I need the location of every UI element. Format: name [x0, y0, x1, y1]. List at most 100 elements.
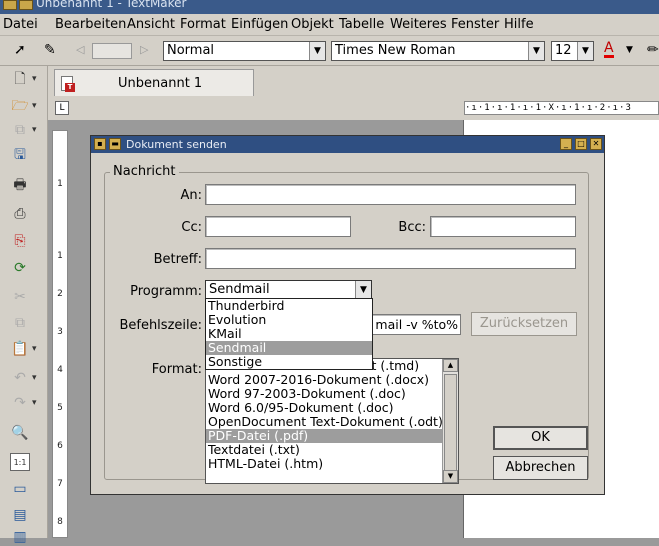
- font-select[interactable]: Times New Roman ▼: [331, 41, 545, 61]
- copy-icon[interactable]: ⧉: [10, 314, 30, 332]
- list-item[interactable]: OpenDocument Text-Dokument (.odt): [206, 415, 443, 429]
- full-page-icon[interactable]: ▤: [10, 506, 30, 524]
- document-icon: [61, 76, 75, 92]
- document-tab-bar: Unbenannt 1: [48, 66, 659, 96]
- tab-label: Unbenannt 1: [118, 76, 203, 91]
- menu-format[interactable]: Format: [180, 17, 226, 32]
- print-preview-icon[interactable]: 🖶: [10, 176, 30, 194]
- window-title: Unbenannt 1 - TextMaker: [36, 0, 187, 10]
- open-folder-icon[interactable]: 🗁: [10, 97, 36, 115]
- app-icon: [19, 0, 33, 10]
- tab-stop-selector[interactable]: L: [55, 101, 69, 115]
- menu-objekt[interactable]: Objekt: [291, 17, 334, 32]
- minimize-icon[interactable]: _: [560, 138, 572, 150]
- bcc-field[interactable]: [430, 216, 576, 237]
- menu-hilfe[interactable]: Hilfe: [504, 17, 534, 32]
- ruler-mark: 5: [57, 403, 63, 413]
- style-select[interactable]: Normal ▼: [163, 41, 326, 61]
- ok-button[interactable]: OK: [493, 426, 588, 450]
- vertical-ruler[interactable]: 1 1 2 3 4 5 6 7 8: [52, 130, 68, 538]
- program-option-sendmail[interactable]: Sendmail: [206, 341, 372, 355]
- menu-ansicht[interactable]: Ansicht: [127, 17, 175, 32]
- program-option-sonstige[interactable]: Sonstige: [206, 355, 372, 369]
- scrollbar-thumb[interactable]: [444, 374, 457, 471]
- maximize-icon[interactable]: □: [575, 138, 587, 150]
- new-document-icon[interactable]: 🗋: [10, 70, 36, 88]
- chevron-down-icon[interactable]: ▼: [626, 45, 633, 55]
- prev-icon[interactable]: ◁: [76, 43, 84, 56]
- format-toolbar: ➚ ✎ ◁ ▷ Normal ▼ Times New Roman ▼ 12 ▼ A ▼…: [0, 36, 659, 66]
- next-icon[interactable]: ▷: [140, 43, 148, 56]
- list-item[interactable]: Textdatei (.txt): [206, 443, 442, 457]
- recent-documents-icon[interactable]: ⧉: [10, 121, 37, 139]
- to-field[interactable]: [205, 184, 576, 205]
- send-icon[interactable]: ⟳: [10, 259, 30, 277]
- list-item[interactable]: HTML-Datei (.htm): [206, 457, 442, 471]
- cut-icon[interactable]: ✂: [10, 288, 30, 306]
- edit-icon[interactable]: ✎: [44, 42, 56, 58]
- horizontal-ruler[interactable]: L ·ı·1·ı·1·ı·1·X·ı·1·ı·2·ı·3: [48, 96, 659, 120]
- message-group-label: Nachricht: [110, 164, 179, 179]
- ruler-mark: 1: [57, 179, 63, 189]
- app-menu-icon[interactable]: [3, 0, 17, 10]
- program-select[interactable]: Sendmail ▼: [205, 280, 372, 300]
- list-item[interactable]: Word 97-2003-Dokument (.doc): [206, 387, 442, 401]
- menu-bar: Datei Bearbeiten Ansicht Format Einfügen…: [0, 14, 659, 36]
- save-icon[interactable]: 🖫: [10, 146, 30, 164]
- chevron-down-icon[interactable]: ▼: [309, 42, 325, 60]
- send-document-dialog: ▪ ▬ Dokument senden _ □ ✕ Nachricht An: …: [90, 135, 605, 495]
- menu-einfuegen[interactable]: Einfügen: [231, 17, 288, 32]
- zoom-icon[interactable]: 🔍: [10, 424, 30, 442]
- program-option-thunderbird[interactable]: Thunderbird: [206, 299, 372, 313]
- reset-button[interactable]: Zurücksetzen: [471, 312, 577, 336]
- page-width-icon[interactable]: ▭: [10, 480, 30, 498]
- chevron-down-icon[interactable]: ▼: [577, 42, 593, 60]
- subject-label: Betreff:: [153, 252, 202, 267]
- dialog-app-icon: ▬: [109, 138, 121, 150]
- font-size-select[interactable]: 12 ▼: [551, 41, 594, 61]
- format-label: Format:: [151, 362, 202, 377]
- format-list-scrollbar[interactable]: ▲ ▼: [442, 359, 458, 483]
- title-bar: Unbenannt 1 - TextMaker: [0, 0, 659, 14]
- command-label: Befehlszeile:: [119, 318, 202, 333]
- navigation-field[interactable]: [92, 43, 132, 59]
- undo-icon[interactable]: ↶: [10, 369, 36, 387]
- dialog-title-bar: ▪ ▬ Dokument senden _ □ ✕: [91, 136, 604, 153]
- scroll-up-icon[interactable]: ▲: [443, 359, 458, 372]
- format-list[interactable]: TextMaker 2016-Dokument (.tmd) Word 2007…: [205, 358, 459, 484]
- program-option-kmail[interactable]: KMail: [206, 327, 372, 341]
- dialog-menu-icon[interactable]: ▪: [94, 138, 106, 150]
- chevron-down-icon[interactable]: ▼: [528, 42, 544, 60]
- paste-icon[interactable]: 📋: [10, 340, 36, 358]
- list-item[interactable]: Word 6.0/95-Dokument (.doc): [206, 401, 442, 415]
- menu-bearbeiten[interactable]: Bearbeiten: [55, 17, 126, 32]
- menu-tabelle[interactable]: Tabelle: [339, 17, 384, 32]
- print-icon[interactable]: ⎙: [10, 205, 30, 223]
- cc-field[interactable]: [205, 216, 351, 237]
- pen-icon[interactable]: ✏: [647, 42, 659, 58]
- pointer-icon[interactable]: ➚: [14, 42, 26, 58]
- close-icon[interactable]: ✕: [590, 138, 602, 150]
- pdf-export-icon[interactable]: ⎘: [10, 232, 30, 250]
- font-color-button[interactable]: A: [604, 41, 614, 58]
- subject-field[interactable]: [205, 248, 576, 269]
- program-label: Programm:: [130, 284, 202, 299]
- chevron-down-icon[interactable]: ▼: [355, 281, 371, 299]
- tab-unbenannt-1[interactable]: Unbenannt 1: [54, 69, 254, 96]
- menu-weiteres[interactable]: Weiteres: [390, 17, 447, 32]
- bcc-label: Bcc:: [398, 220, 426, 235]
- ruler-mark: 6: [57, 441, 63, 451]
- menu-fenster[interactable]: Fenster: [451, 17, 499, 32]
- scroll-down-icon[interactable]: ▼: [443, 470, 458, 483]
- program-dropdown-list: Thunderbird Evolution KMail Sendmail Son…: [205, 298, 373, 370]
- dialog-title: Dokument senden: [126, 138, 227, 151]
- program-option-evolution[interactable]: Evolution: [206, 313, 372, 327]
- menu-datei[interactable]: Datei: [3, 17, 38, 32]
- list-item[interactable]: Word 2007-2016-Dokument (.docx): [206, 373, 442, 387]
- zoom-100-icon[interactable]: 1:1: [10, 453, 30, 471]
- list-item[interactable]: PDF-Datei (.pdf): [206, 429, 442, 443]
- redo-icon[interactable]: ↷: [10, 394, 36, 412]
- view-icon[interactable]: ▥: [10, 528, 30, 546]
- cancel-button[interactable]: Abbrechen: [493, 456, 588, 480]
- ruler-mark: 4: [57, 365, 63, 375]
